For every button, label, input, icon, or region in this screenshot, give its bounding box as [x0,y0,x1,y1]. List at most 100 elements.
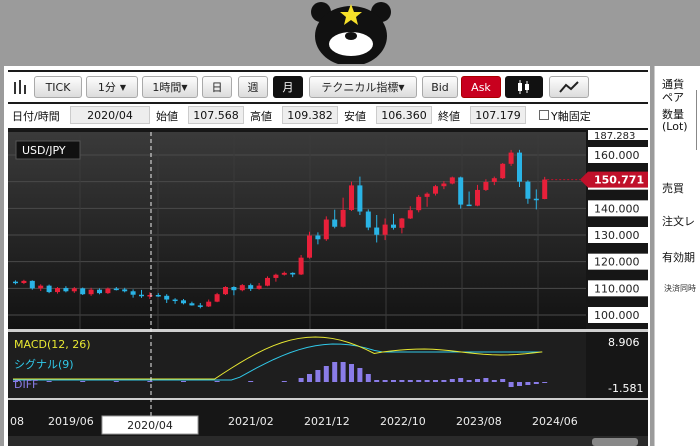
x-tick-label: 2021/12 [304,415,350,428]
diff-bar [46,381,52,382]
candle-body [323,219,329,240]
y-tick-label: 120.000 [594,256,640,269]
diff-bar [466,380,472,382]
price-pane-background [8,132,586,330]
diff-bar [307,374,312,382]
candle-body [189,303,195,306]
x-tick-label: 2024/06 [532,415,578,428]
candle-body [332,219,338,227]
chevron-down-icon: ▼ [398,82,405,92]
bear-mascot-icon [311,2,391,64]
expiry-label: 有効期 [662,251,695,264]
candle-body [290,272,296,275]
candle-body [105,288,111,294]
candle-body [223,287,228,295]
candle-body [349,185,354,210]
diff-bar [349,364,354,382]
x-tick-label: 2019/06 [48,415,94,428]
diff-bar [332,362,338,382]
diff-bar [424,380,430,382]
day-button[interactable]: 日 [202,76,232,98]
diff-label: DIFF [14,378,38,391]
candle-body [407,210,413,219]
candle-body [433,186,438,194]
pane-separator[interactable] [8,329,648,332]
day-button-label: 日 [211,81,223,94]
line-mode-button[interactable] [549,76,589,98]
ask-button[interactable]: Ask [461,76,501,98]
y-axis-fix-checkbox[interactable] [539,110,549,120]
candle-body [248,285,254,289]
y-tick-label: 160.000 [594,149,640,162]
quantity-unit-label: (Lot) [662,120,688,133]
tick-button-label: TICK [45,80,71,94]
diff-bar [147,381,153,382]
order-rate-label: 注文レ [662,215,695,228]
x-tick-label: 08 [10,415,24,428]
open-label: 始値 [156,110,178,123]
diff-bar [113,381,119,382]
scrollbar-thumb[interactable] [592,438,638,446]
diff-bar [525,382,531,385]
settle-simultaneous-label: 決済同時 [664,284,696,293]
candle-body [508,152,514,164]
technical-indicator-select[interactable]: テクニカル指標 ▼ [309,76,417,98]
time-scrollbar[interactable] [8,436,648,446]
diff-bar [382,380,388,382]
candlestick-mode-button[interactable] [505,76,543,98]
candle-body [122,289,128,292]
candle-body [172,299,178,302]
candle-body [424,193,430,197]
low-value: 106.360 [376,106,432,124]
indicator-lower-tick: -1.581 [608,382,643,395]
bar-chart-icon[interactable] [12,78,30,96]
y-tick-label: 110.000 [594,282,640,295]
high-label: 高値 [250,110,272,123]
y-tick-label: 140.000 [594,202,640,215]
chevron-down-icon: ▼ [119,82,127,92]
week-button[interactable]: 週 [238,76,268,98]
candle-body [206,301,212,307]
interval-minute-label: 1分 [97,81,116,94]
candle-body [483,181,489,190]
diff-bar [357,368,363,382]
candle-body [13,281,18,284]
candle-body [441,183,447,187]
candlestick-icon [518,80,529,94]
symbol-label: USD/JPY [22,144,66,157]
y-axis-fix-label: Y軸固定 [551,110,591,123]
technical-indicator-label: テクニカル指標 [321,81,399,94]
candle-body [315,235,321,240]
x-tick-label: 2022/10 [380,415,426,428]
close-label: 終値 [438,110,460,123]
month-button[interactable]: 月 [273,76,303,98]
diff-bar [248,381,254,382]
bid-button[interactable]: Bid [422,76,458,98]
diff-bar [365,374,371,382]
candle-body [265,277,270,286]
interval-minute-select[interactable]: 1分 ▼ [86,76,138,98]
indicator-upper-tick: 8.906 [608,336,640,349]
candle-body [391,224,396,228]
macd-label: MACD(12, 26) [14,338,91,351]
side-input-border[interactable] [696,90,700,150]
candle-body [281,272,287,275]
tick-button[interactable]: TICK [34,76,82,98]
y-tick-label: 130.000 [594,229,640,242]
candle-body [374,227,380,235]
date-value: 2020/04 [70,106,150,124]
candle-body [88,289,94,295]
open-value: 107.568 [188,106,244,124]
candle-body [256,285,262,289]
diff-bar [508,382,514,387]
y-max-tick-label: 187.283 [594,131,635,142]
diff-bar [441,380,447,382]
low-label: 安値 [344,110,366,123]
diff-bar [475,379,480,382]
interval-hour-select[interactable]: 1時間 ▼ [142,76,198,98]
candle-body [416,196,422,211]
month-button-label: 月 [282,81,294,94]
price-chart[interactable]: 160.000150.000140.000130.000120.000110.0… [8,130,648,446]
date-label: 日付/時間 [12,110,60,123]
candle-body [155,295,161,297]
